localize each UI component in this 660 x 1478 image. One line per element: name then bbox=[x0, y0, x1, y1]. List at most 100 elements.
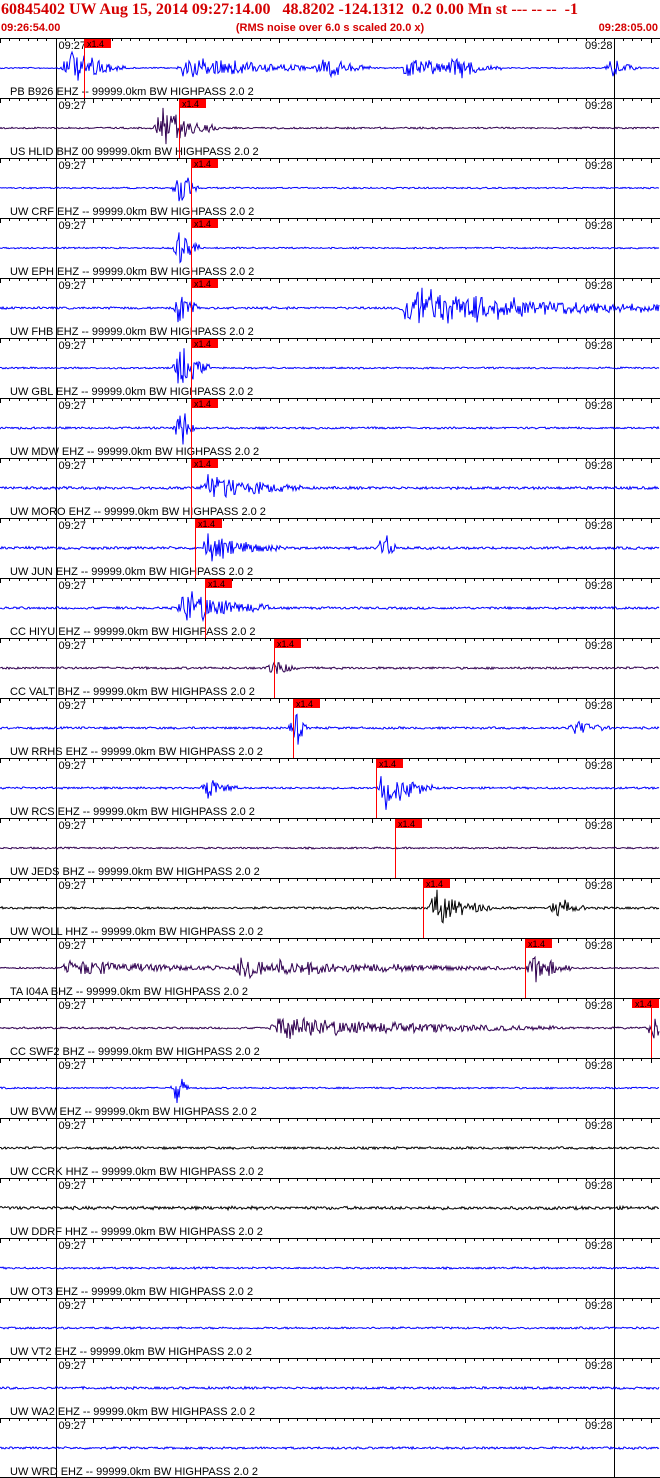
tick-label: 09:28 bbox=[585, 940, 613, 952]
station-label: UW WA2 EHZ -- 99999.0km BW HIGHPASS 2.0 … bbox=[10, 1406, 255, 1418]
tick-label: 09:27 bbox=[59, 760, 87, 772]
tick-label: 09:27 bbox=[59, 280, 87, 292]
trace-row: 09:27 09:28 US HLID BHZ 00 99999.0km BW HI… bbox=[0, 98, 660, 158]
tick-label: 09:28 bbox=[585, 340, 613, 352]
waveform bbox=[0, 474, 660, 499]
tick-label: 09:28 bbox=[585, 640, 613, 652]
trace-row: 09:27 09:28 UW MORO EHZ -- 99999.0km BW HI… bbox=[0, 458, 660, 518]
trace-row: 09:27 09:28 CC SWF2 BHZ -- 99999.0km BW HI… bbox=[0, 998, 660, 1058]
tick-label: 09:28 bbox=[585, 460, 613, 472]
waveform bbox=[0, 177, 660, 202]
tick-label: 09:28 bbox=[585, 580, 613, 592]
waveform bbox=[0, 889, 660, 924]
tick-label: 09:28 bbox=[585, 1000, 613, 1012]
scale-note: (RMS noise over 6.0 s scaled 20.0 x) bbox=[235, 22, 425, 34]
waveform bbox=[0, 1016, 660, 1039]
pick-label: x1.4 bbox=[182, 99, 199, 109]
trace-row: 09:27 09:28 UW JEDS BHZ -- 99999.0km BW HI… bbox=[0, 818, 660, 878]
waveform bbox=[0, 1266, 660, 1271]
pick-label: x1.4 bbox=[398, 819, 415, 829]
waveform bbox=[0, 348, 660, 384]
tick-label: 09:27 bbox=[59, 100, 87, 112]
tick-label: 09:27 bbox=[59, 1000, 87, 1012]
station-label: CC VALT BHZ -- 99999.0km BW HIGHPASS 2.0… bbox=[10, 686, 255, 698]
tick-label: 09:28 bbox=[585, 220, 613, 232]
tick-label: 09:28 bbox=[585, 1300, 613, 1312]
station-label: UW RCS EHZ -- 99999.0km BW HIGHPASS 2.0 … bbox=[10, 806, 255, 818]
tick-label: 09:28 bbox=[585, 1120, 613, 1132]
tick-label: 09:27 bbox=[59, 460, 87, 472]
tick-label: 09:27 bbox=[59, 1120, 87, 1132]
waveform bbox=[0, 107, 660, 145]
trace-row: 09:27 09:28 UW EPH EHZ -- 99999.0km BW HIG… bbox=[0, 218, 660, 278]
pick-label: x1.4 bbox=[194, 279, 211, 289]
waveform bbox=[0, 955, 660, 983]
pick-label: x1.4 bbox=[426, 879, 443, 889]
tick-label: 09:27 bbox=[59, 220, 87, 232]
station-label: UW CCRK HHZ -- 99999.0km BW HIGHPASS 2.0… bbox=[10, 1166, 263, 1178]
station-label: CC HIYU EHZ -- 99999.0km BW HIGHPASS 2.0… bbox=[10, 626, 256, 638]
trace-row: 09:27 09:28 TA I04A BHZ -- 99999.0km BW HI… bbox=[0, 938, 660, 998]
station-label: PB B926 EHZ -- 99999.0km BW HIGHPASS 2.0… bbox=[10, 86, 254, 98]
pick-label: x1.4 bbox=[296, 699, 313, 709]
tick-label: 09:27 bbox=[59, 580, 87, 592]
tick-label: 09:28 bbox=[585, 1060, 613, 1072]
trace-row: 09:27 09:28 UW MDW EHZ -- 99999.0km BW HIG… bbox=[0, 398, 660, 458]
tick-label: 09:27 bbox=[59, 1180, 87, 1192]
pick-label: x1.4 bbox=[208, 579, 225, 589]
pick-label: x1.4 bbox=[379, 759, 396, 769]
tick-label: 09:28 bbox=[585, 820, 613, 832]
station-label: UW CRF EHZ -- 99999.0km BW HIGHPASS 2.0 … bbox=[10, 206, 254, 218]
station-label: UW BVW EHZ -- 99999.0km BW HIGHPASS 2.0 … bbox=[10, 1106, 257, 1118]
tick-label: 09:27 bbox=[59, 160, 87, 172]
end-time: 09:28:05.00 bbox=[598, 22, 658, 34]
pick-label: x1.4 bbox=[194, 159, 211, 169]
pick-label: x1.4 bbox=[635, 999, 652, 1009]
waveform bbox=[0, 50, 660, 81]
station-label: UW JEDS BHZ -- 99999.0km BW HIGHPASS 2.0… bbox=[10, 866, 260, 878]
tick-label: 09:27 bbox=[59, 940, 87, 952]
tick-label: 09:28 bbox=[585, 100, 613, 112]
trace-row: 09:27 09:28 UW RCS EHZ -- 99999.0km BW HIG… bbox=[0, 758, 660, 818]
trace-row: 09:27 09:28 UW BVW EHZ -- 99999.0km BW HIG… bbox=[0, 1058, 660, 1118]
trace-row: 09:27 09:28 UW WRD EHZ -- 99999.0km BW HIG… bbox=[0, 1418, 660, 1478]
trace-row: 09:27 09:28 CC HIYU EHZ -- 99999.0km BW HI… bbox=[0, 578, 660, 638]
station-label: CC SWF2 BHZ -- 99999.0km BW HIGHPASS 2.0… bbox=[10, 1046, 260, 1058]
tick-label: 09:27 bbox=[59, 1360, 87, 1372]
trace-row: 09:27 09:28 UW JUN EHZ -- 99999.0km BW HIG… bbox=[0, 518, 660, 578]
tick-label: 09:27 bbox=[59, 1240, 87, 1252]
waveform bbox=[0, 713, 660, 745]
tick-label: 09:27 bbox=[59, 1300, 87, 1312]
tick-label: 09:28 bbox=[585, 520, 613, 532]
trace-row: 09:27 09:28 UW CCRK HHZ -- 99999.0km BW HI… bbox=[0, 1118, 660, 1178]
trace-row: 09:27 09:28 UW VT2 EHZ -- 99999.0km BW HIG… bbox=[0, 1298, 660, 1358]
station-label: UW WOLL HHZ -- 99999.0km BW HIGHPASS 2.0… bbox=[10, 926, 263, 938]
station-label: US HLID BHZ 00 99999.0km BW HIGHPASS 2.0… bbox=[10, 146, 259, 158]
waveform bbox=[0, 591, 660, 623]
station-label: UW GBL EHZ -- 99999.0km BW HIGHPASS 2.0 … bbox=[10, 386, 253, 398]
waveform bbox=[0, 287, 660, 324]
pick-label: x1.4 bbox=[194, 459, 211, 469]
tick-label: 09:27 bbox=[59, 880, 87, 892]
station-label: UW WRD EHZ -- 99999.0km BW HIGHPASS 2.0 … bbox=[10, 1466, 258, 1478]
event-title: 60845402 UW Aug 15, 2014 09:27:14.00 48.… bbox=[1, 1, 578, 18]
tick-label: 09:28 bbox=[585, 280, 613, 292]
tick-label: 09:27 bbox=[59, 640, 87, 652]
tick-label: 09:28 bbox=[585, 880, 613, 892]
tick-label: 09:28 bbox=[585, 40, 613, 52]
station-label: UW VT2 EHZ -- 99999.0km BW HIGHPASS 2.0 … bbox=[10, 1346, 252, 1358]
pick-label: x1.4 bbox=[87, 39, 104, 49]
trace-row: 09:27 09:28 UW WOLL HHZ -- 99999.0km BW HI… bbox=[0, 878, 660, 938]
station-label: UW DDRF HHZ -- 99999.0km BW HIGHPASS 2.0… bbox=[10, 1226, 263, 1238]
tick-label: 09:28 bbox=[585, 1360, 613, 1372]
pick-label: x1.4 bbox=[277, 639, 294, 649]
tick-label: 09:27 bbox=[59, 40, 87, 52]
tick-label: 09:27 bbox=[59, 1060, 87, 1072]
waveform bbox=[0, 1385, 660, 1391]
waveform bbox=[0, 1145, 660, 1151]
tick-label: 09:27 bbox=[59, 520, 87, 532]
trace-row: 09:27 09:28 UW CRF EHZ -- 99999.0km BW HIG… bbox=[0, 158, 660, 218]
waveform bbox=[0, 232, 660, 264]
station-label: UW FHB EHZ -- 99999.0km BW HIGHPASS 2.0 … bbox=[10, 326, 254, 338]
station-label: UW MORO EHZ -- 99999.0km BW HIGHPASS 2.0… bbox=[10, 506, 266, 518]
